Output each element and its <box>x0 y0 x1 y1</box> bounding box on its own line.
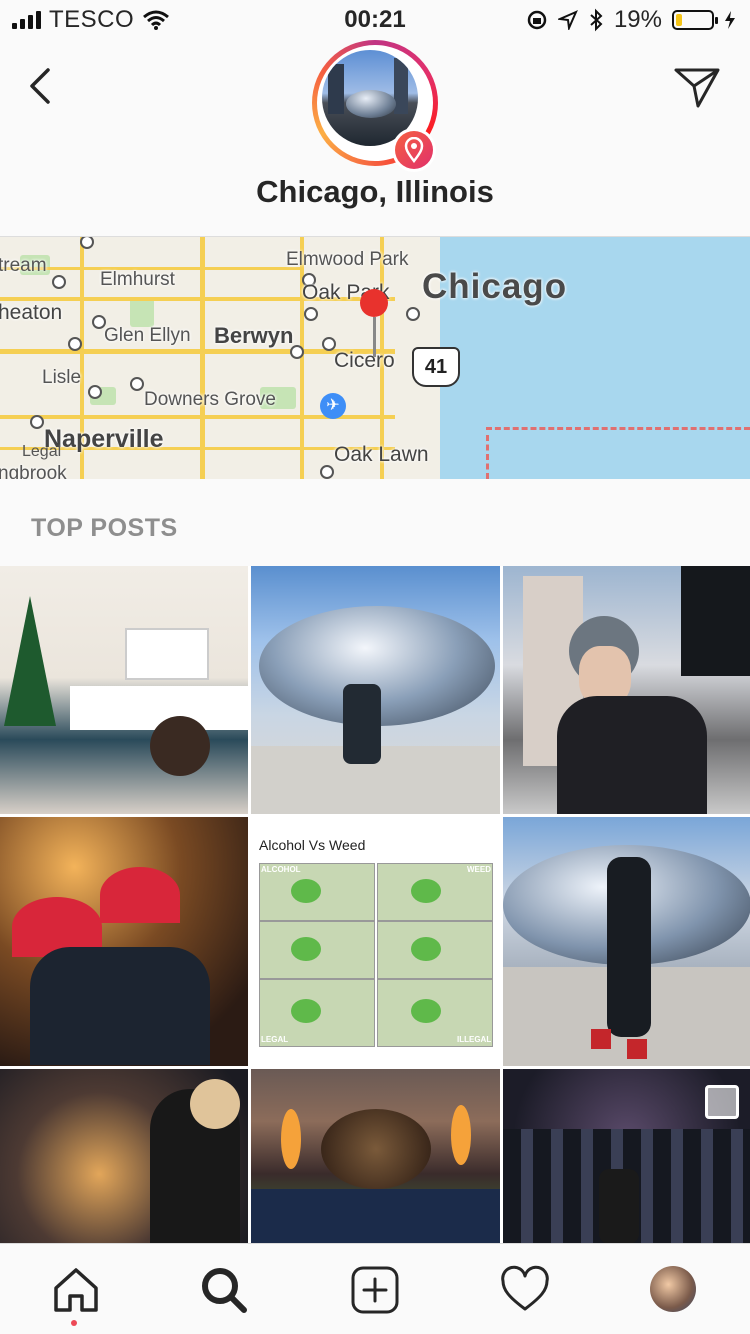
map-label-wheaton: heaton <box>0 301 63 324</box>
map-label-naperville: Naperville <box>44 425 164 453</box>
tab-home[interactable] <box>50 1264 102 1316</box>
share-button[interactable] <box>672 64 722 110</box>
meme-caption: Alcohol Vs Weed <box>259 837 366 853</box>
location-header: Chicago, Illinois <box>0 40 750 236</box>
battery-fill <box>676 14 682 26</box>
post-thumbnail[interactable] <box>251 566 500 814</box>
status-right: 19% <box>526 6 736 34</box>
post-thumbnail-meme[interactable]: Alcohol Vs Weed ALCOHOL WEED LEGAL ILLEG… <box>251 817 500 1066</box>
tab-search[interactable] <box>198 1264 250 1316</box>
page-title: Chicago, Illinois <box>256 174 494 209</box>
carousel-icon <box>705 1085 739 1119</box>
map-label-chicago: Chicago <box>422 267 568 306</box>
map-label-bolingbrook: ngbrook <box>0 463 67 479</box>
tab-new-post[interactable] <box>349 1264 401 1316</box>
add-post-icon <box>351 1266 399 1314</box>
location-arrow-icon <box>557 10 578 30</box>
back-chevron-icon <box>30 68 50 104</box>
map-label-elmhurst: Elmhurst <box>100 269 175 290</box>
rotation-lock-icon <box>527 10 547 30</box>
post-thumbnail-carousel[interactable] <box>503 1069 750 1244</box>
post-thumbnail[interactable] <box>503 817 750 1066</box>
posts-grid: Alcohol Vs Weed ALCOHOL WEED LEGAL ILLEG… <box>0 566 750 1244</box>
map-label-stream: tream <box>0 255 47 276</box>
location-pin-icon <box>404 137 424 163</box>
map-pin-icon <box>360 289 388 317</box>
send-direct-icon <box>674 68 720 108</box>
map-label-berwyn: Berwyn <box>214 323 294 348</box>
post-thumbnail[interactable] <box>251 1069 500 1244</box>
map-label-lisle: Lisle <box>42 367 82 388</box>
battery-percent: 19% <box>613 6 662 33</box>
highway-shield: 41 <box>412 347 460 387</box>
post-thumbnail[interactable] <box>0 1069 248 1244</box>
back-button[interactable] <box>22 64 62 108</box>
map-legal-link[interactable]: Legal <box>22 443 61 461</box>
map-label-glen-ellyn: Glen Ellyn <box>104 325 191 346</box>
map-label-downers-grove: Downers Grove <box>144 389 276 410</box>
activity-heart-icon <box>501 1265 549 1311</box>
christmas-tree <box>4 596 56 726</box>
map-label-oak-lawn: Oak Lawn <box>334 443 429 466</box>
profile-avatar[interactable] <box>650 1266 696 1312</box>
map-label-cicero: Cicero <box>334 349 395 372</box>
map-label-elmwood-park: Elmwood Park <box>286 249 409 270</box>
status-bar: TESCO 00:21 19% <box>0 0 750 40</box>
bottom-tab-bar <box>0 1243 750 1334</box>
airport-icon: ✈ <box>320 393 346 419</box>
post-thumbnail[interactable] <box>0 566 248 814</box>
battery-icon <box>672 10 718 30</box>
bluetooth-icon <box>590 8 603 32</box>
search-icon <box>202 1268 247 1313</box>
charging-icon <box>725 11 735 29</box>
home-notification-dot <box>71 1320 77 1326</box>
home-icon <box>54 1268 98 1312</box>
post-thumbnail[interactable] <box>503 566 750 814</box>
tab-activity[interactable] <box>499 1264 551 1316</box>
location-map[interactable]: tream Elmhurst Elmwood Park Oak Park Chi… <box>0 236 750 479</box>
section-label-top-posts: TOP POSTS <box>31 514 178 542</box>
post-thumbnail[interactable] <box>0 817 248 1066</box>
location-badge <box>392 128 436 172</box>
